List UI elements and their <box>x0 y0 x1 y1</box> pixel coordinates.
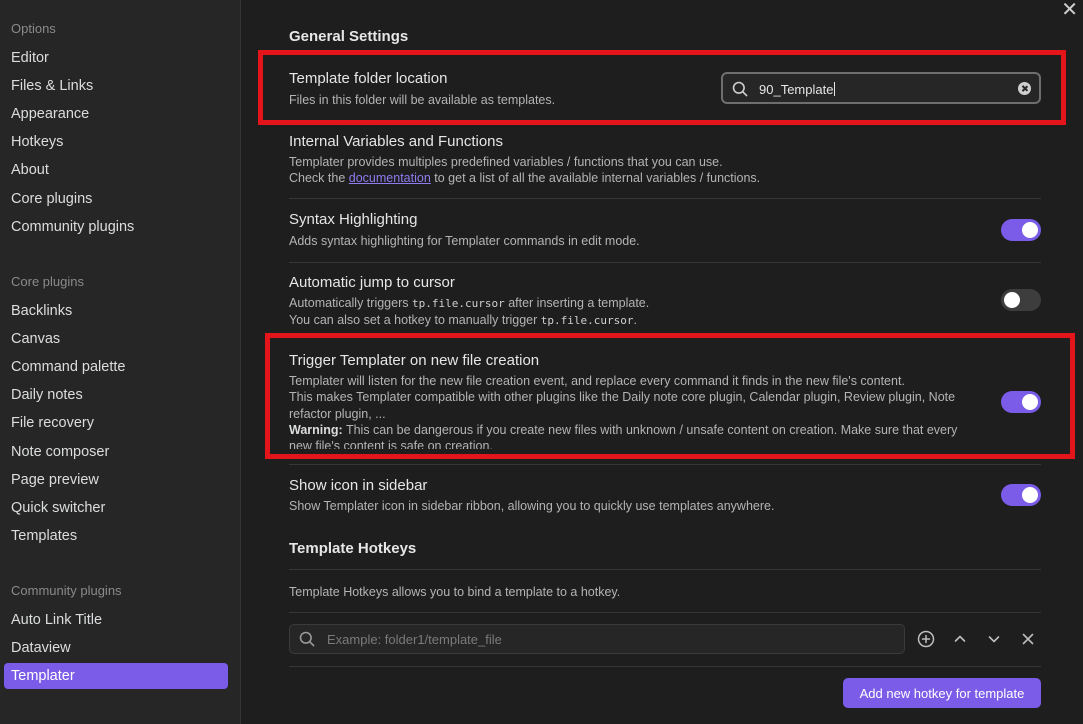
sidebar-item-editor[interactable]: Editor <box>4 45 228 71</box>
show-icon-name: Show icon in sidebar <box>289 477 428 494</box>
delete-x-icon[interactable] <box>1017 628 1039 650</box>
search-icon <box>732 81 748 97</box>
internal-vars-line2-post: to get a list of all the available inter… <box>434 171 761 186</box>
sidebar-item-quick-switcher[interactable]: Quick switcher <box>4 495 228 521</box>
trigger-line2: This makes Templater compatible with oth… <box>289 390 956 421</box>
sidebar-item-file-recovery[interactable]: File recovery <box>4 410 228 436</box>
search-icon <box>299 631 315 647</box>
hotkey-template-search[interactable] <box>289 624 905 654</box>
template-folder-value: 90_Template <box>759 82 834 97</box>
general-settings-heading: General Settings <box>289 28 409 45</box>
template-hotkeys-desc: Template Hotkeys allows you to bind a te… <box>289 585 621 599</box>
jump-cursor-toggle[interactable] <box>1001 289 1041 311</box>
trigger-warning-text: This can be dangerous if you create new … <box>289 422 958 449</box>
sidebar-item-backlinks[interactable]: Backlinks <box>4 298 228 324</box>
internal-vars-line2-pre: Check the <box>289 171 346 186</box>
divider <box>289 262 1041 263</box>
template-folder-input[interactable]: 90_Template <box>721 72 1041 104</box>
sidebar-item-canvas[interactable]: Canvas <box>4 326 228 352</box>
sidebar-item-daily-notes[interactable]: Daily notes <box>4 382 228 408</box>
divider <box>289 198 1041 199</box>
add-hotkey-button[interactable]: Add new hotkey for template <box>843 678 1041 708</box>
sidebar-section-community-plugins: Community plugins <box>11 583 122 598</box>
jump-cursor-code-2: tp.file.cursor <box>540 314 634 328</box>
jump-cursor-line1-post: after inserting a template. <box>508 296 650 310</box>
chevron-up-icon[interactable] <box>949 628 971 650</box>
trigger-toggle[interactable] <box>1001 391 1041 413</box>
template-hotkeys-heading: Template Hotkeys <box>289 540 417 557</box>
trigger-setting-desc: Templater will listen for the new file c… <box>289 373 979 449</box>
divider <box>289 666 1041 667</box>
jump-cursor-name: Automatic jump to cursor <box>289 274 455 291</box>
clear-icon[interactable] <box>1018 82 1031 95</box>
trigger-line1: Templater will listen for the new file c… <box>289 374 905 388</box>
jump-cursor-line1-pre: Automatically triggers <box>289 296 409 310</box>
jump-cursor-line2-pre: You can also set a hotkey to manually tr… <box>289 313 538 328</box>
sidebar-item-auto-link-title[interactable]: Auto Link Title <box>4 607 228 633</box>
add-circle-icon[interactable] <box>915 628 937 650</box>
sidebar-item-hotkeys[interactable]: Hotkeys <box>4 129 228 155</box>
show-icon-toggle[interactable] <box>1001 484 1041 506</box>
divider <box>289 569 1041 570</box>
sidebar-item-note-composer[interactable]: Note composer <box>4 439 228 465</box>
syntax-highlighting-name: Syntax Highlighting <box>289 211 418 228</box>
syntax-highlighting-toggle[interactable] <box>1001 219 1041 241</box>
sidebar-item-core-plugins[interactable]: Core plugins <box>4 186 228 212</box>
settings-sidebar: Options Editor Files & Links Appearance … <box>0 0 241 724</box>
hotkey-template-input[interactable] <box>325 631 889 648</box>
divider <box>289 612 1041 613</box>
sidebar-item-command-palette[interactable]: Command palette <box>4 354 228 380</box>
documentation-link[interactable]: documentation <box>349 171 431 185</box>
sidebar-item-templater[interactable]: Templater <box>4 663 228 689</box>
syntax-highlighting-desc: Adds syntax highlighting for Templater c… <box>289 234 640 248</box>
internal-vars-desc: Templater provides multiples predefined … <box>289 154 979 187</box>
divider <box>289 464 1041 465</box>
sidebar-item-templates[interactable]: Templates <box>4 523 228 549</box>
sidebar-item-files-links[interactable]: Files & Links <box>4 73 228 99</box>
show-icon-desc: Show Templater icon in sidebar ribbon, a… <box>289 499 775 513</box>
sidebar-item-community-plugins[interactable]: Community plugins <box>4 214 228 240</box>
sidebar-section-core-plugins: Core plugins <box>11 274 84 289</box>
internal-vars-name: Internal Variables and Functions <box>289 133 504 150</box>
close-icon[interactable]: ✕ <box>1061 0 1078 22</box>
chevron-down-icon[interactable] <box>983 628 1005 650</box>
jump-cursor-code: tp.file.cursor <box>411 297 505 310</box>
sidebar-item-dataview[interactable]: Dataview <box>4 635 228 661</box>
sidebar-item-appearance[interactable]: Appearance <box>4 101 228 127</box>
sidebar-item-page-preview[interactable]: Page preview <box>4 467 228 493</box>
jump-cursor-desc: Automatically triggers tp.file.cursor af… <box>289 295 979 330</box>
trigger-setting-name: Trigger Templater on new file creation <box>289 352 540 369</box>
internal-vars-line1: Templater provides multiples predefined … <box>289 155 723 169</box>
sidebar-item-about[interactable]: About <box>4 157 228 183</box>
trigger-warning-label: Warning: <box>289 422 343 437</box>
settings-content: ✕ General Settings Template folder locat… <box>241 0 1083 724</box>
jump-cursor-line2-post: . <box>633 313 637 328</box>
folder-setting-name: Template folder location <box>289 70 448 87</box>
sidebar-section-options: Options <box>11 21 56 36</box>
